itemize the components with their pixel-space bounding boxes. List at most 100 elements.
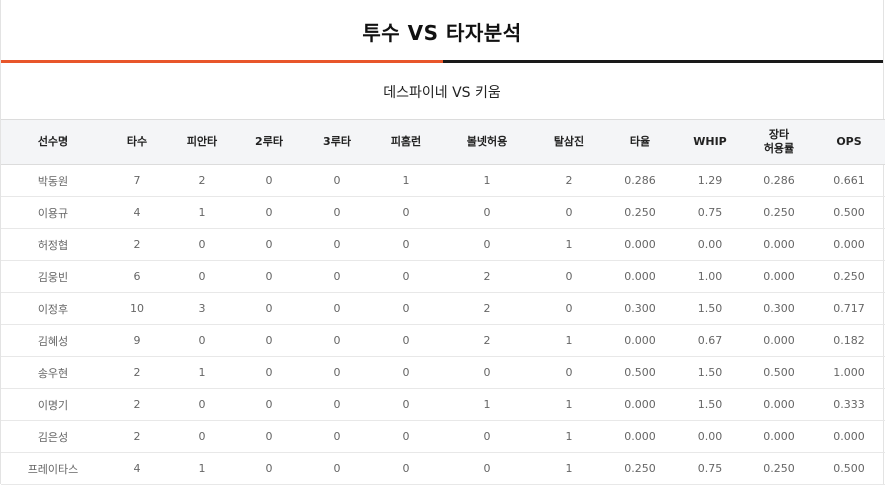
cell-doubles: 0	[265, 334, 273, 347]
cell-home-runs-allowed: 0	[402, 366, 410, 379]
cell-walks-allowed: 2	[483, 302, 491, 315]
cell-doubles: 0	[265, 462, 273, 475]
cell-at-bats: 4	[133, 206, 141, 219]
cell-doubles: 0	[265, 302, 273, 315]
cell-player-name: 이명기	[37, 398, 69, 412]
cell-ops: 0.182	[833, 334, 865, 347]
cell-whip: 0.00	[697, 430, 723, 443]
cell-slugging-allowed: 0.500	[763, 366, 795, 379]
column-header-at-bats: 타수	[126, 135, 148, 148]
title-divider-accent	[1, 60, 443, 63]
column-header-slugging-allowed: 장타 허용률	[763, 128, 795, 155]
table-header-row: 선수명 타수 피안타 2루타 3루타 피홈런 볼넷허용 탈삼진 타율 WHIP 장타 허용률 OPS	[1, 119, 885, 165]
cell-doubles: 0	[265, 270, 273, 283]
cell-strikeouts: 1	[565, 398, 573, 411]
cell-walks-allowed: 2	[483, 334, 491, 347]
cell-home-runs-allowed: 0	[402, 398, 410, 411]
cell-batting-average: 0.250	[624, 462, 656, 475]
cell-triples: 0	[333, 302, 341, 315]
cell-hits-allowed: 0	[198, 238, 206, 251]
cell-at-bats: 9	[133, 334, 141, 347]
cell-whip: 0.00	[697, 238, 723, 251]
cell-strikeouts: 1	[565, 430, 573, 443]
cell-at-bats: 10	[130, 302, 144, 315]
analysis-panel: 투수 VS 타자분석 데스파이네 VS 키움 선수명 타수 피안타 2루타 3루타 피홈런…	[0, 0, 885, 485]
cell-ops: 0.500	[833, 206, 865, 219]
table-row: 김웅빈 6 0 0 0 0 2 0 0.000 1.00 0.000 0.250	[1, 261, 885, 293]
column-header-whip: WHIP	[693, 135, 727, 148]
table-row: 프레이타스 4 1 0 0 0 0 1 0.250 0.75 0.250 0.500	[1, 453, 885, 485]
column-header-ops: OPS	[836, 135, 862, 148]
cell-walks-allowed: 0	[483, 238, 491, 251]
cell-strikeouts: 0	[565, 366, 573, 379]
cell-slugging-allowed: 0.300	[763, 302, 795, 315]
cell-hits-allowed: 0	[198, 270, 206, 283]
cell-slugging-allowed: 0.250	[763, 206, 795, 219]
cell-home-runs-allowed: 0	[402, 334, 410, 347]
cell-batting-average: 0.000	[624, 270, 656, 283]
cell-walks-allowed: 1	[483, 174, 491, 187]
cell-doubles: 0	[265, 174, 273, 187]
cell-home-runs-allowed: 0	[402, 238, 410, 251]
cell-batting-average: 0.000	[624, 334, 656, 347]
cell-batting-average: 0.000	[624, 398, 656, 411]
cell-batting-average: 0.250	[624, 206, 656, 219]
cell-slugging-allowed: 0.250	[763, 462, 795, 475]
matchup-subtitle: 데스파이네 VS 키움	[383, 85, 501, 101]
cell-batting-average: 0.000	[624, 238, 656, 251]
cell-player-name: 이용규	[37, 206, 69, 220]
cell-doubles: 0	[265, 238, 273, 251]
table-row: 김은성 2 0 0 0 0 0 1 0.000 0.00 0.000 0.000	[1, 421, 885, 453]
cell-hits-allowed: 3	[198, 302, 206, 315]
cell-walks-allowed: 0	[483, 462, 491, 475]
cell-slugging-allowed: 0.000	[763, 430, 795, 443]
table-row: 이용규 4 1 0 0 0 0 0 0.250 0.75 0.250 0.500	[1, 197, 885, 229]
column-header-home-runs-allowed: 피홈런	[390, 135, 422, 148]
cell-strikeouts: 0	[565, 302, 573, 315]
cell-at-bats: 2	[133, 366, 141, 379]
cell-ops: 0.500	[833, 462, 865, 475]
cell-ops: 1.000	[833, 366, 865, 379]
table-body: 박동원 7 2 0 0 1 1 2 0.286 1.29 0.286 0.661 이용규 4 1 0 0 0 0 0 0…	[1, 165, 885, 485]
cell-ops: 0.000	[833, 238, 865, 251]
cell-triples: 0	[333, 398, 341, 411]
cell-player-name: 이정후	[37, 302, 69, 316]
cell-slugging-allowed: 0.286	[763, 174, 795, 187]
cell-home-runs-allowed: 0	[402, 462, 410, 475]
cell-triples: 0	[333, 334, 341, 347]
cell-at-bats: 4	[133, 462, 141, 475]
cell-walks-allowed: 0	[483, 206, 491, 219]
column-header-player-name: 선수명	[37, 135, 69, 148]
cell-whip: 0.67	[697, 334, 723, 347]
table-row: 이정후 10 3 0 0 0 2 0 0.300 1.50 0.300 0.717	[1, 293, 885, 325]
column-header-doubles: 2루타	[255, 135, 283, 148]
cell-batting-average: 0.500	[624, 366, 656, 379]
cell-ops: 0.661	[833, 174, 865, 187]
cell-slugging-allowed: 0.000	[763, 238, 795, 251]
table-row: 허정협 2 0 0 0 0 0 1 0.000 0.00 0.000 0.000	[1, 229, 885, 261]
cell-walks-allowed: 0	[483, 430, 491, 443]
cell-triples: 0	[333, 238, 341, 251]
column-header-triples: 3루타	[323, 135, 351, 148]
cell-player-name: 프레이타스	[27, 462, 79, 476]
cell-at-bats: 6	[133, 270, 141, 283]
cell-player-name: 김은성	[37, 430, 69, 444]
cell-whip: 1.29	[697, 174, 723, 187]
cell-batting-average: 0.300	[624, 302, 656, 315]
cell-triples: 0	[333, 366, 341, 379]
table-row: 김혜성 9 0 0 0 0 2 1 0.000 0.67 0.000 0.182	[1, 325, 885, 357]
cell-ops: 0.250	[833, 270, 865, 283]
table-row: 박동원 7 2 0 0 1 1 2 0.286 1.29 0.286 0.661	[1, 165, 885, 197]
cell-at-bats: 2	[133, 238, 141, 251]
cell-home-runs-allowed: 1	[402, 174, 410, 187]
table-row: 송우현 2 1 0 0 0 0 0 0.500 1.50 0.500 1.000	[1, 357, 885, 389]
cell-ops: 0.717	[833, 302, 865, 315]
cell-player-name: 박동원	[37, 174, 69, 188]
cell-slugging-allowed: 0.000	[763, 334, 795, 347]
column-header-batting-average: 타율	[629, 135, 651, 148]
column-header-strikeouts: 탈삼진	[553, 135, 585, 148]
cell-batting-average: 0.286	[624, 174, 656, 187]
cell-hits-allowed: 1	[198, 366, 206, 379]
cell-triples: 0	[333, 430, 341, 443]
cell-triples: 0	[333, 206, 341, 219]
